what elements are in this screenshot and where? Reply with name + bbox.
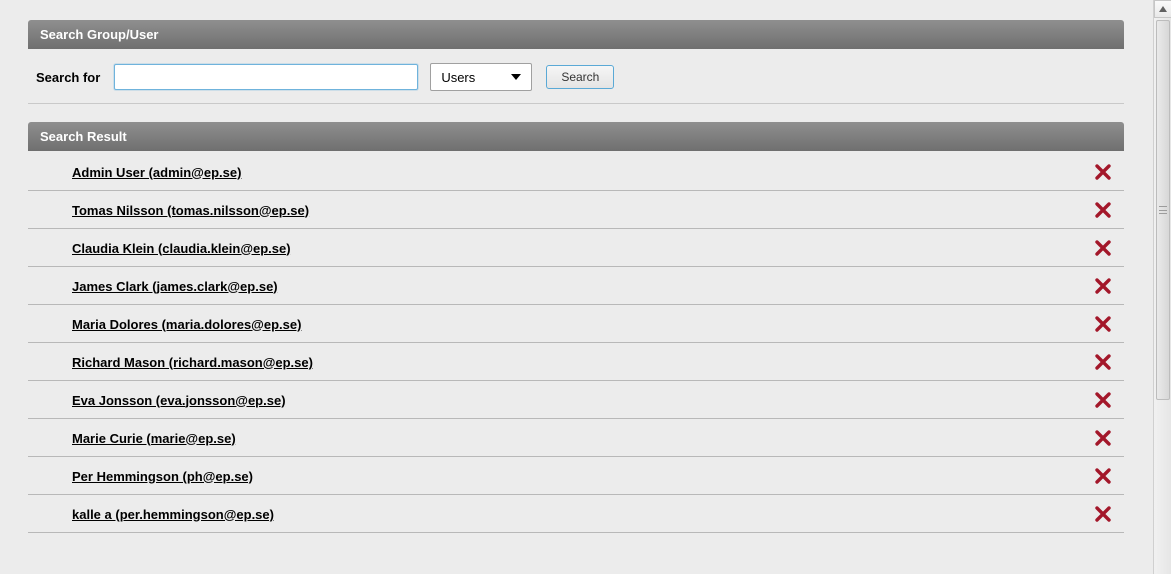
remove-button[interactable] bbox=[1092, 503, 1114, 525]
result-row: Admin User (admin@ep.se) bbox=[28, 152, 1124, 191]
result-link[interactable]: Maria Dolores (maria.dolores@ep.se) bbox=[72, 317, 301, 332]
result-row: James Clark (james.clark@ep.se) bbox=[28, 267, 1124, 305]
result-link[interactable]: James Clark (james.clark@ep.se) bbox=[72, 279, 278, 294]
result-row: Richard Mason (richard.mason@ep.se) bbox=[28, 343, 1124, 381]
remove-button[interactable] bbox=[1092, 237, 1114, 259]
scroll-up-button[interactable] bbox=[1154, 0, 1171, 18]
search-panel: Search Group/User Search for Users Searc… bbox=[28, 20, 1124, 104]
result-link[interactable]: Tomas Nilsson (tomas.nilsson@ep.se) bbox=[72, 203, 309, 218]
close-icon bbox=[1094, 353, 1112, 371]
result-row: Marie Curie (marie@ep.se) bbox=[28, 419, 1124, 457]
result-row: Tomas Nilsson (tomas.nilsson@ep.se) bbox=[28, 191, 1124, 229]
search-for-label: Search for bbox=[36, 70, 100, 85]
result-link[interactable]: Claudia Klein (claudia.klein@ep.se) bbox=[72, 241, 291, 256]
result-panel-title: Search Result bbox=[28, 122, 1124, 151]
result-link[interactable]: kalle a (per.hemmingson@ep.se) bbox=[72, 507, 274, 522]
remove-button[interactable] bbox=[1092, 275, 1114, 297]
result-link[interactable]: Per Hemmingson (ph@ep.se) bbox=[72, 469, 253, 484]
search-form-row: Search for Users Search bbox=[28, 49, 1124, 104]
close-icon bbox=[1094, 505, 1112, 523]
vertical-scrollbar[interactable] bbox=[1153, 0, 1171, 574]
close-icon bbox=[1094, 277, 1112, 295]
chevron-down-icon bbox=[511, 74, 521, 80]
close-icon bbox=[1094, 429, 1112, 447]
close-icon bbox=[1094, 467, 1112, 485]
result-row: Claudia Klein (claudia.klein@ep.se) bbox=[28, 229, 1124, 267]
close-icon bbox=[1094, 315, 1112, 333]
remove-button[interactable] bbox=[1092, 313, 1114, 335]
result-row: Eva Jonsson (eva.jonsson@ep.se) bbox=[28, 381, 1124, 419]
remove-button[interactable] bbox=[1092, 161, 1114, 183]
result-link[interactable]: Marie Curie (marie@ep.se) bbox=[72, 431, 236, 446]
remove-button[interactable] bbox=[1092, 199, 1114, 221]
remove-button[interactable] bbox=[1092, 465, 1114, 487]
remove-button[interactable] bbox=[1092, 389, 1114, 411]
close-icon bbox=[1094, 391, 1112, 409]
search-type-select[interactable]: Users bbox=[430, 63, 532, 91]
close-icon bbox=[1094, 201, 1112, 219]
result-panel: Search Result Admin User (admin@ep.se) To… bbox=[28, 122, 1124, 533]
close-icon bbox=[1094, 239, 1112, 257]
scroll-thumb[interactable] bbox=[1156, 20, 1170, 400]
result-row: kalle a (per.hemmingson@ep.se) bbox=[28, 495, 1124, 533]
remove-button[interactable] bbox=[1092, 351, 1114, 373]
search-input[interactable] bbox=[114, 64, 418, 90]
close-icon bbox=[1094, 163, 1112, 181]
result-row: Maria Dolores (maria.dolores@ep.se) bbox=[28, 305, 1124, 343]
search-panel-title: Search Group/User bbox=[28, 20, 1124, 49]
result-row: Per Hemmingson (ph@ep.se) bbox=[28, 457, 1124, 495]
remove-button[interactable] bbox=[1092, 427, 1114, 449]
result-link[interactable]: Eva Jonsson (eva.jonsson@ep.se) bbox=[72, 393, 286, 408]
result-list: Admin User (admin@ep.se) Tomas Nilsson (t… bbox=[28, 151, 1124, 533]
search-button[interactable]: Search bbox=[546, 65, 614, 89]
result-link[interactable]: Admin User (admin@ep.se) bbox=[72, 165, 241, 180]
search-type-selected: Users bbox=[441, 70, 475, 85]
result-link[interactable]: Richard Mason (richard.mason@ep.se) bbox=[72, 355, 313, 370]
